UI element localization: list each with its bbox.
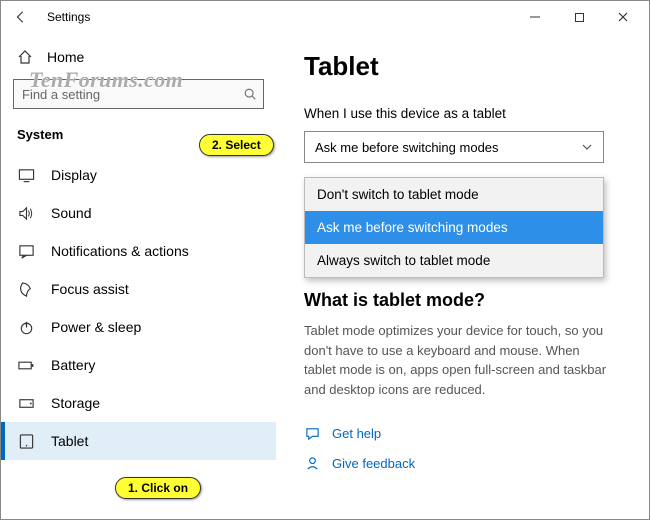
- dropdown-option-selected[interactable]: Ask me before switching modes: [305, 211, 603, 244]
- home-label: Home: [47, 49, 84, 65]
- sidebar-item-storage[interactable]: Storage: [1, 384, 276, 422]
- sidebar-item-label: Sound: [51, 205, 91, 221]
- sidebar-item-sound[interactable]: Sound: [1, 194, 276, 232]
- chevron-down-icon: [581, 141, 593, 153]
- maximize-button[interactable]: [557, 1, 601, 33]
- home-icon: [17, 49, 33, 65]
- sidebar-item-power-sleep[interactable]: Power & sleep: [1, 308, 276, 346]
- search-icon: [243, 87, 257, 101]
- give-feedback-link[interactable]: Give feedback: [304, 455, 621, 471]
- give-feedback-label: Give feedback: [332, 456, 415, 471]
- get-help-link[interactable]: Get help: [304, 425, 621, 441]
- dropdown-option[interactable]: Always switch to tablet mode: [305, 244, 603, 277]
- search-placeholder: Find a setting: [22, 87, 100, 102]
- get-help-label: Get help: [332, 426, 381, 441]
- sidebar: Home Find a setting System Display Sound: [1, 33, 276, 519]
- sidebar-item-home[interactable]: Home: [1, 41, 276, 73]
- sidebar-item-focus-assist[interactable]: Focus assist: [1, 270, 276, 308]
- tablet-mode-dropdown[interactable]: Ask me before switching modes: [304, 131, 604, 163]
- annotation-step-2: 2. Select: [199, 134, 274, 156]
- sidebar-item-label: Battery: [51, 357, 95, 373]
- sidebar-item-display[interactable]: Display: [1, 156, 276, 194]
- section-subheading: What is tablet mode?: [304, 290, 621, 311]
- dropdown-option[interactable]: Don't switch to tablet mode: [305, 178, 603, 211]
- battery-icon: [17, 356, 35, 374]
- sound-icon: [17, 204, 35, 222]
- sidebar-item-label: Tablet: [51, 433, 88, 449]
- sidebar-item-label: Power & sleep: [51, 319, 141, 335]
- sidebar-item-label: Notifications & actions: [51, 243, 189, 259]
- focus-assist-icon: [17, 280, 35, 298]
- close-button[interactable]: [601, 1, 645, 33]
- page-title: Tablet: [304, 51, 621, 82]
- sidebar-item-tablet[interactable]: Tablet: [1, 422, 276, 460]
- back-button[interactable]: [5, 1, 37, 33]
- sidebar-item-notifications[interactable]: Notifications & actions: [1, 232, 276, 270]
- tablet-icon: [17, 432, 35, 450]
- description-text: Tablet mode optimizes your device for to…: [304, 321, 614, 399]
- setting-label: When I use this device as a tablet: [304, 106, 621, 121]
- dropdown-value: Ask me before switching modes: [315, 140, 499, 155]
- storage-icon: [17, 394, 35, 412]
- notifications-icon: [17, 242, 35, 260]
- sidebar-item-battery[interactable]: Battery: [1, 346, 276, 384]
- dropdown-panel: Don't switch to tablet mode Ask me befor…: [304, 177, 604, 278]
- feedback-icon: [304, 455, 320, 471]
- display-icon: [17, 166, 35, 184]
- sidebar-item-label: Display: [51, 167, 97, 183]
- chat-icon: [304, 425, 320, 441]
- title-bar: Settings: [1, 1, 649, 33]
- annotation-step-1: 1. Click on: [115, 477, 201, 499]
- search-input[interactable]: Find a setting: [13, 79, 264, 109]
- main-panel: Tablet When I use this device as a table…: [276, 33, 649, 519]
- power-icon: [17, 318, 35, 336]
- minimize-button[interactable]: [513, 1, 557, 33]
- sidebar-item-label: Focus assist: [51, 281, 129, 297]
- sidebar-item-label: Storage: [51, 395, 100, 411]
- window-title: Settings: [47, 10, 90, 24]
